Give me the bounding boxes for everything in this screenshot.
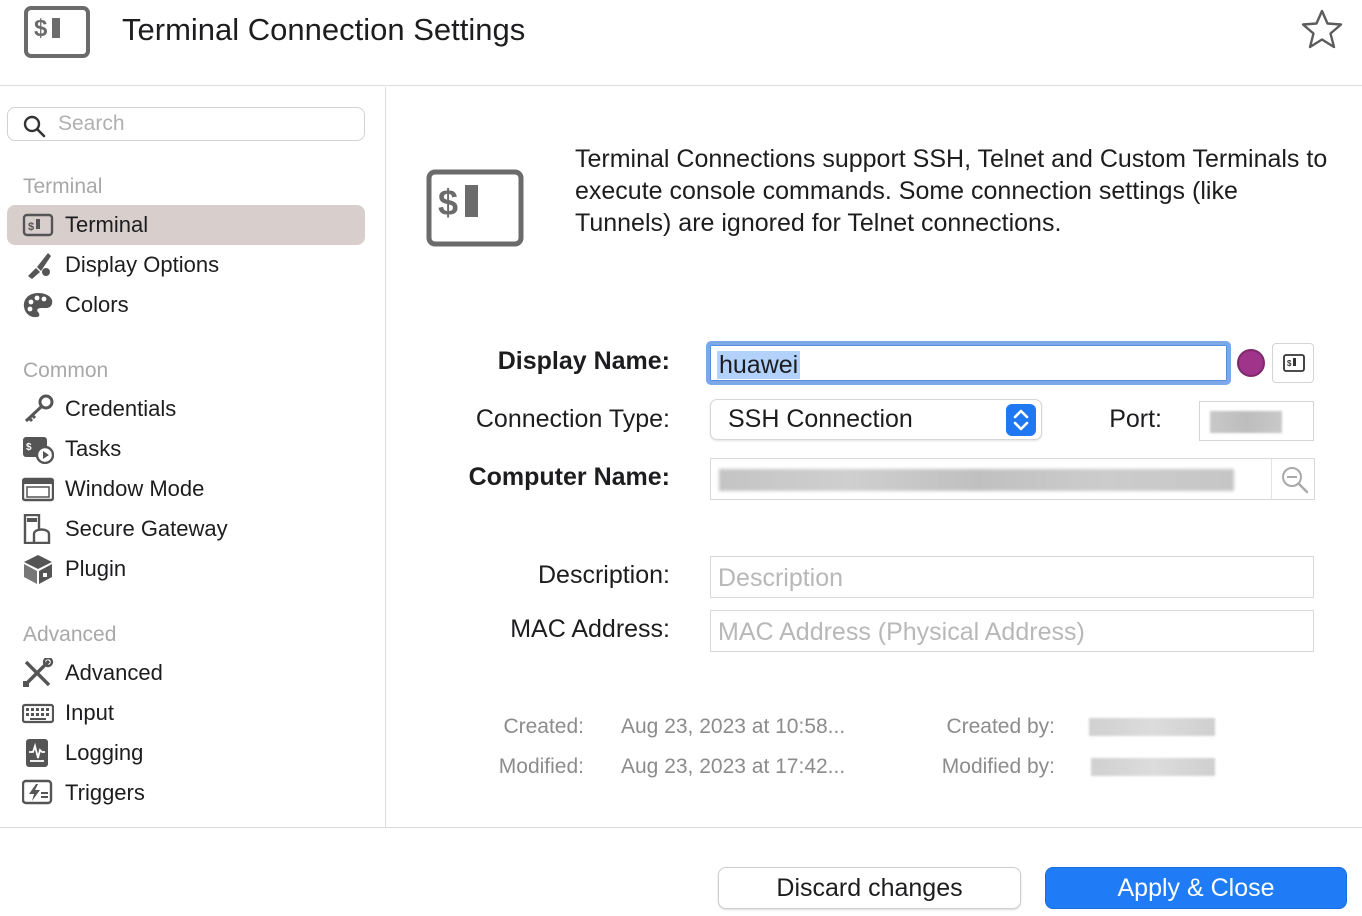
connection-type-label: Connection Type: bbox=[475, 405, 670, 433]
log-icon bbox=[22, 738, 54, 768]
sidebar-item-label: Advanced bbox=[65, 660, 163, 685]
gateway-icon bbox=[22, 513, 54, 545]
mac-address-input[interactable] bbox=[718, 617, 1303, 647]
brush-icon bbox=[22, 250, 54, 280]
window-header: $ Terminal Connection Settings bbox=[0, 0, 1362, 86]
sidebar-item-colors[interactable]: Colors bbox=[7, 285, 365, 325]
display-name-field[interactable]: huawei bbox=[706, 341, 1231, 385]
mac-address-field[interactable] bbox=[710, 610, 1314, 652]
sidebar-item-label: Credentials bbox=[65, 396, 177, 421]
sidebar-item-label: Terminal bbox=[65, 212, 149, 237]
zoom-out-icon[interactable] bbox=[1280, 465, 1310, 500]
modified-value: Aug 23, 2023 at 17:42... bbox=[621, 755, 846, 778]
star-icon[interactable] bbox=[1300, 8, 1344, 55]
svg-text:$: $ bbox=[438, 182, 458, 223]
redacted-value bbox=[1089, 718, 1215, 736]
section-label-terminal: Terminal bbox=[23, 175, 103, 198]
display-name-value[interactable]: huawei bbox=[717, 351, 801, 379]
created-value: Aug 23, 2023 at 10:58... bbox=[621, 715, 846, 738]
redacted-value bbox=[1210, 411, 1282, 433]
created-by-label: Created by: bbox=[946, 715, 1055, 738]
sidebar-item-label: Logging bbox=[65, 740, 144, 765]
terminal-icon: $ bbox=[22, 210, 54, 240]
description-label: Description: bbox=[538, 561, 670, 589]
connection-type-value: SSH Connection bbox=[728, 405, 913, 433]
svg-text:$: $ bbox=[28, 221, 34, 233]
sidebar-item-window-mode[interactable]: Window Mode bbox=[7, 469, 365, 509]
section-label-advanced: Advanced bbox=[23, 623, 117, 646]
sidebar-item-label: Tasks bbox=[65, 436, 122, 461]
icon-picker-button[interactable]: $ bbox=[1272, 343, 1314, 383]
display-name-label: Display Name: bbox=[497, 347, 670, 375]
port-field[interactable] bbox=[1199, 401, 1314, 441]
window-icon bbox=[21, 474, 55, 504]
sidebar-item-logging[interactable]: Logging bbox=[7, 733, 365, 773]
sidebar-item-label: Window Mode bbox=[65, 476, 205, 501]
sidebar-item-label: Input bbox=[65, 700, 114, 725]
sidebar-item-label: Plugin bbox=[65, 556, 127, 581]
section-label-common: Common bbox=[23, 359, 109, 382]
tasks-icon: $ bbox=[22, 434, 55, 465]
port-label: Port: bbox=[1109, 405, 1162, 433]
field-divider bbox=[1271, 459, 1272, 499]
search-input[interactable] bbox=[58, 111, 358, 137]
sidebar-item-credentials[interactable]: Credentials bbox=[7, 389, 365, 429]
sidebar-item-display-options[interactable]: Display Options bbox=[7, 245, 365, 285]
modified-label: Modified: bbox=[498, 755, 584, 778]
apply-close-button[interactable]: Apply & Close bbox=[1045, 867, 1347, 909]
sidebar-item-terminal[interactable]: $ Terminal bbox=[7, 205, 365, 245]
sidebar-item-label: Secure Gateway bbox=[65, 516, 228, 541]
chevron-updown-icon bbox=[1006, 404, 1036, 436]
svg-text:$: $ bbox=[34, 15, 48, 42]
connection-type-select[interactable]: SSH Connection bbox=[710, 399, 1042, 440]
footer-bar: Discard changes Apply & Close bbox=[0, 827, 1362, 916]
keyboard-icon bbox=[21, 698, 55, 728]
svg-text:$: $ bbox=[1287, 359, 1292, 368]
svg-text:$: $ bbox=[26, 442, 32, 453]
key-icon bbox=[22, 394, 54, 424]
intro-text: Terminal Connections support SSH, Telnet… bbox=[575, 145, 1328, 237]
trigger-icon bbox=[21, 778, 54, 808]
sidebar-item-plugin[interactable]: Plugin bbox=[7, 549, 365, 589]
sidebar: Terminal $ Terminal Display Options Colo… bbox=[0, 87, 386, 827]
terminal-icon: $ bbox=[24, 6, 90, 63]
mac-address-label: MAC Address: bbox=[510, 615, 670, 643]
palette-icon bbox=[22, 290, 54, 320]
description-input[interactable] bbox=[718, 563, 1303, 593]
sidebar-item-secure-gateway[interactable]: Secure Gateway bbox=[7, 509, 365, 549]
sidebar-item-advanced[interactable]: Advanced bbox=[7, 653, 365, 693]
computer-name-field[interactable] bbox=[710, 458, 1315, 500]
color-picker-button[interactable] bbox=[1237, 349, 1265, 377]
sidebar-item-label: Display Options bbox=[65, 252, 220, 277]
description-field[interactable] bbox=[710, 556, 1314, 598]
settings-panel: $ Terminal Connections support SSH, Teln… bbox=[387, 87, 1362, 827]
created-label: Created: bbox=[503, 715, 584, 738]
redacted-value bbox=[1091, 758, 1215, 776]
sidebar-item-triggers[interactable]: Triggers bbox=[7, 773, 365, 813]
sidebar-item-label: Colors bbox=[65, 292, 129, 317]
computer-name-label: Computer Name: bbox=[468, 463, 670, 491]
redacted-value bbox=[719, 469, 1234, 491]
discard-changes-button[interactable]: Discard changes bbox=[718, 867, 1021, 909]
tools-icon bbox=[22, 656, 54, 688]
sidebar-item-input[interactable]: Input bbox=[7, 693, 365, 733]
search-box[interactable] bbox=[7, 107, 365, 141]
sidebar-item-label: Triggers bbox=[65, 780, 145, 805]
modified-by-label: Modified by: bbox=[941, 755, 1055, 778]
plugin-icon bbox=[22, 554, 54, 584]
terminal-icon: $ bbox=[426, 169, 524, 252]
page-title: Terminal Connection Settings bbox=[122, 12, 526, 47]
terminal-icon: $ bbox=[1283, 354, 1305, 377]
sidebar-item-tasks[interactable]: $ Tasks bbox=[7, 429, 365, 469]
search-icon bbox=[22, 114, 46, 143]
